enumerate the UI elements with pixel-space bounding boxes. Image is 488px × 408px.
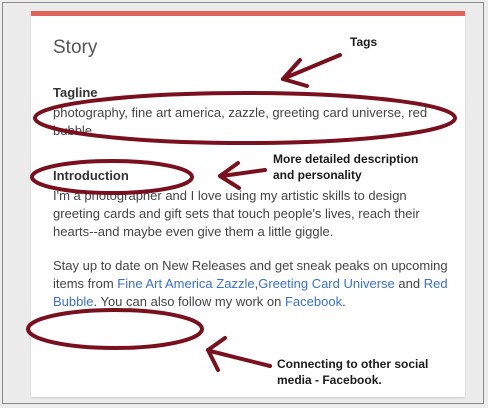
zazzle-link[interactable]: Zazzle — [216, 276, 254, 291]
social-annotation: Connecting to other social media - Faceb… — [277, 356, 477, 388]
tags-annotation: Tags — [350, 35, 378, 49]
follow-text-middle: . You can also follow my work on — [93, 294, 285, 309]
follow-text-end: . — [342, 294, 346, 309]
card-accent-bar — [31, 11, 465, 16]
follow-paragraph: Stay up to date on New Releases and get … — [53, 257, 453, 311]
introduction-paragraph: I'm a photographer and I love using my a… — [53, 188, 420, 239]
description-annotation-line2: and personality — [273, 168, 362, 182]
description-annotation-line1: More detailed description — [273, 152, 419, 166]
card-title: Story — [53, 37, 98, 58]
social-annotation-line1: Connecting to other social — [277, 357, 429, 371]
greeting-card-universe-link[interactable]: Greeting Card Universe — [258, 276, 395, 291]
tagline-text: photography, fine art america, zazzle, g… — [53, 105, 428, 138]
description-annotation: More detailed description and personalit… — [273, 151, 473, 183]
introduction-heading: Introduction — [53, 168, 129, 183]
social-annotation-line2: media - Facebook. — [277, 373, 382, 387]
tagline-heading: Tagline — [53, 85, 98, 100]
facebook-link[interactable]: Facebook — [285, 294, 342, 309]
fine-art-america-link[interactable]: Fine Art America — [117, 276, 212, 291]
follow-and: and — [394, 276, 424, 291]
story-card: Story Tagline photography, fine art amer… — [31, 11, 465, 397]
